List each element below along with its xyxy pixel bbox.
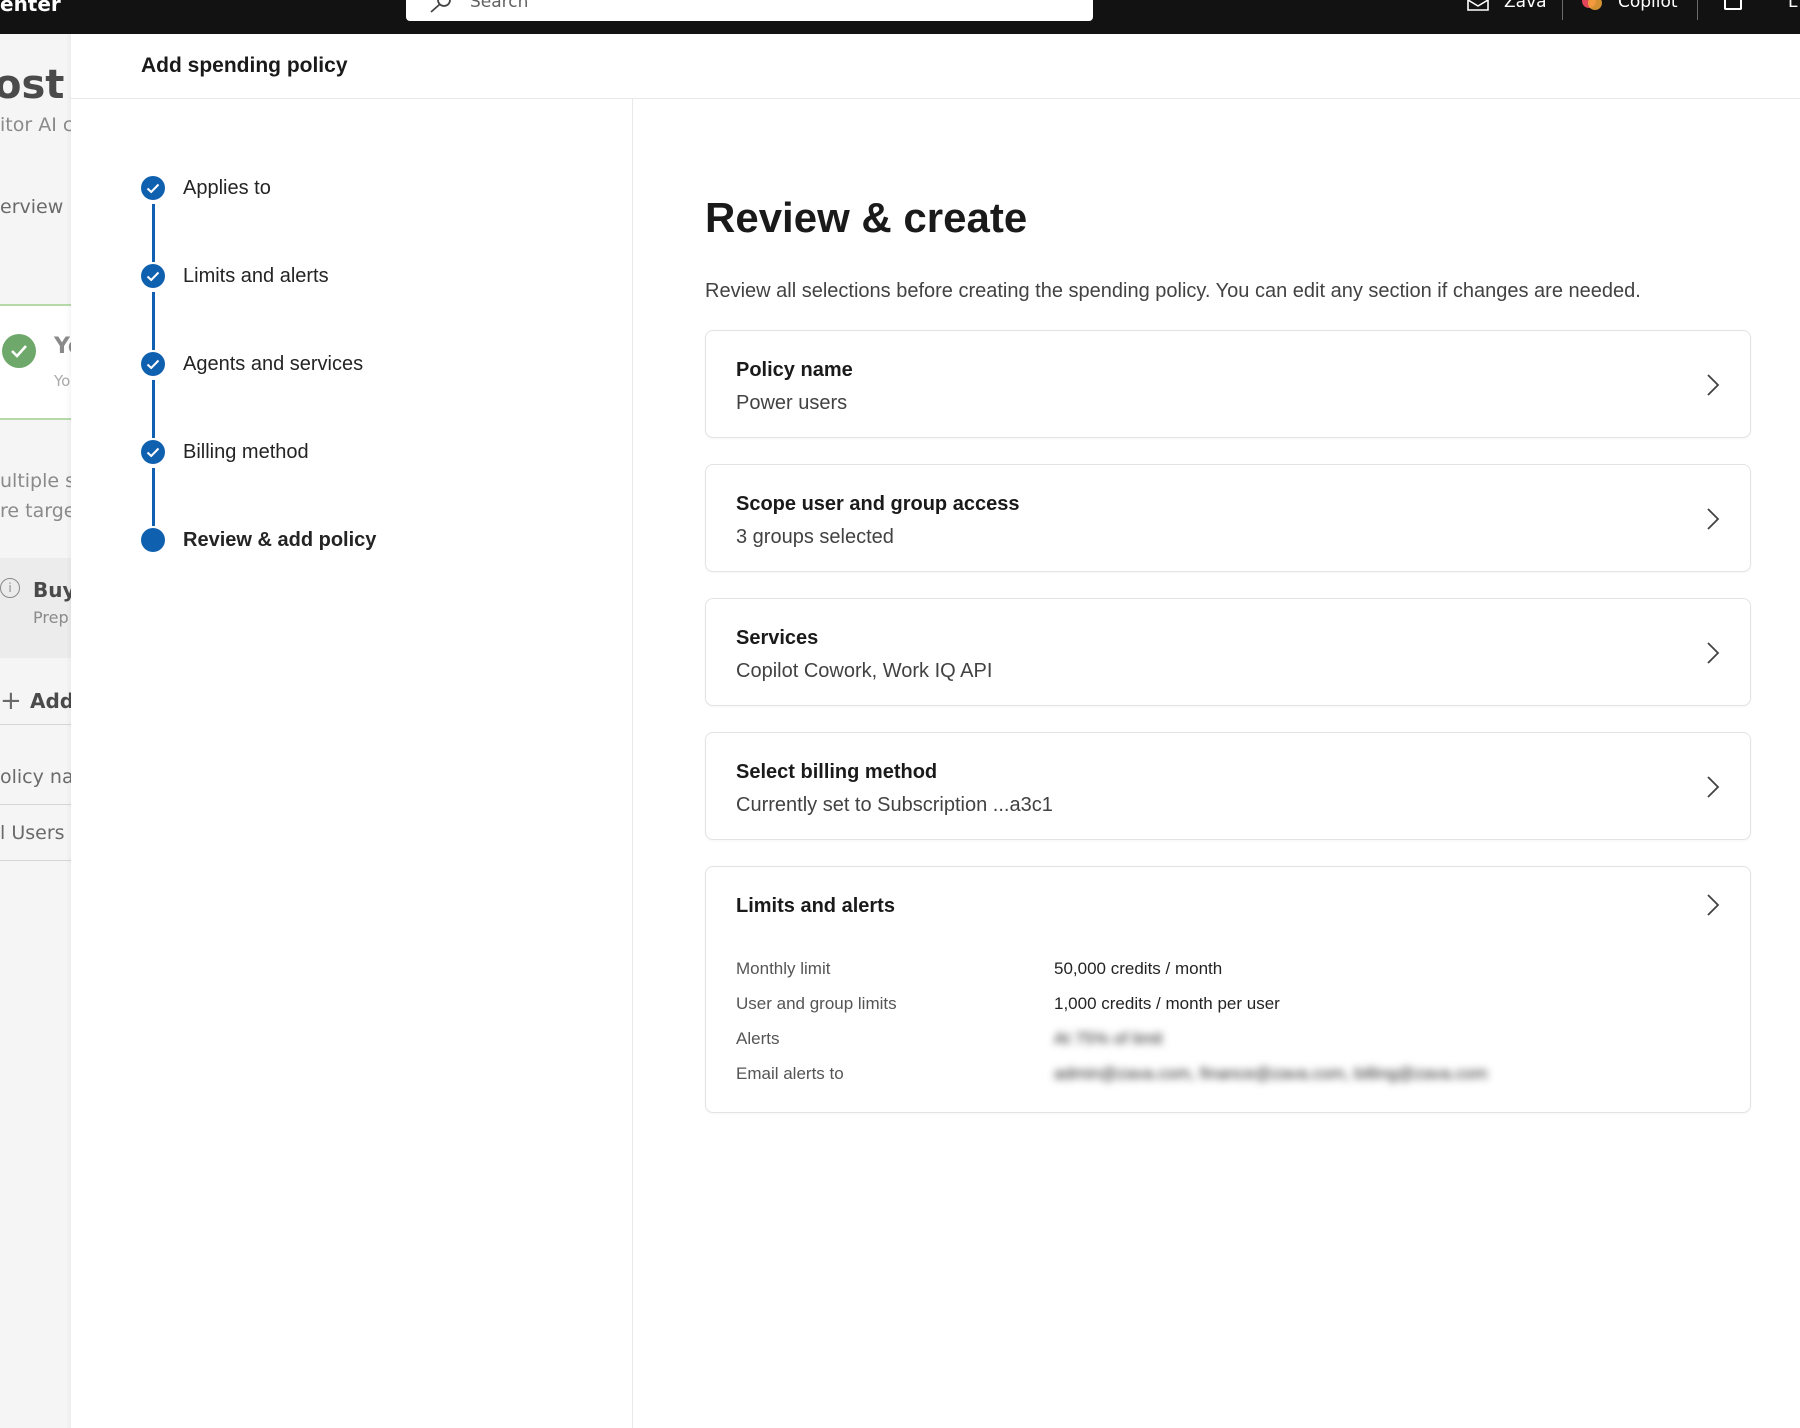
step-applies-to[interactable]: Applies to xyxy=(141,176,271,200)
card-title: Scope user and group access xyxy=(736,493,1020,515)
success-check-icon xyxy=(2,334,36,368)
card-value: Currently set to Subscription ...a3c1 xyxy=(736,794,1053,816)
search-icon xyxy=(430,0,451,13)
copilot-button[interactable]: Copilot xyxy=(1580,0,1678,12)
detail-label: User and group limits xyxy=(736,994,897,1013)
org-name: Zava xyxy=(1504,0,1547,12)
card-title: Select billing method xyxy=(736,761,938,783)
review-card-services[interactable]: Services Copilot Cowork, Work IQ API xyxy=(705,598,1751,706)
add-icon: + xyxy=(0,686,22,716)
info-icon: i xyxy=(0,578,20,598)
checkmark-icon xyxy=(141,440,165,464)
review-card-billing[interactable]: Select billing method Currently set to S… xyxy=(705,732,1751,840)
org-switcher[interactable]: Zava xyxy=(1466,0,1547,12)
card-title: Policy name xyxy=(736,359,853,381)
background-page: ost m itor AI c erview Yo Yo ultiple s r… xyxy=(0,34,80,1428)
step-billing-method[interactable]: Billing method xyxy=(141,440,309,464)
org-icon xyxy=(1467,0,1489,11)
card-title: Services xyxy=(736,627,819,649)
detail-row-monthly-limit: Monthly limit 50,000 credits / month xyxy=(736,959,1222,979)
detail-row-user-limits: User and group limits 1,000 credits / mo… xyxy=(736,994,1280,1014)
review-card-policy-name[interactable]: Policy name Power users xyxy=(705,330,1751,438)
card-value: Copilot Cowork, Work IQ API xyxy=(736,660,993,682)
chevron-right-icon[interactable] xyxy=(1706,893,1720,917)
top-bar: enter Search Zava Copilot L xyxy=(0,0,1800,34)
copilot-label: Copilot xyxy=(1618,0,1678,12)
bg-nav-overview: erview xyxy=(0,196,64,218)
bg-text-line: ultiple s xyxy=(0,470,76,492)
review-card-scope[interactable]: Scope user and group access 3 groups sel… xyxy=(705,464,1751,572)
bg-text-line: re targe xyxy=(0,500,76,522)
app-launcher-icon[interactable] xyxy=(1724,0,1742,10)
app-name: enter xyxy=(0,0,61,16)
chevron-right-icon[interactable] xyxy=(1706,775,1720,799)
current-step-icon xyxy=(141,528,165,552)
step-agents-and-services[interactable]: Agents and services xyxy=(141,352,363,376)
step-label: Billing method xyxy=(183,440,309,463)
page-description: Review all selections before creating th… xyxy=(705,280,1641,302)
bg-page-subtitle: itor AI c xyxy=(0,114,74,136)
step-label: Limits and alerts xyxy=(183,264,329,287)
step-connector xyxy=(152,204,155,262)
page-title: Review & create xyxy=(705,194,1028,241)
chevron-right-icon[interactable] xyxy=(1706,641,1720,665)
search-placeholder: Search xyxy=(470,0,529,12)
detail-value: 50,000 credits / month xyxy=(1054,959,1223,978)
bg-prep-label: Prep xyxy=(33,608,69,627)
chevron-right-icon[interactable] xyxy=(1706,507,1720,531)
divider xyxy=(1562,0,1563,20)
checkmark-icon xyxy=(141,176,165,200)
detail-value-redacted: At 75% of limit xyxy=(1054,1029,1163,1048)
spending-policy-panel: Add spending policy Applies to Limits an… xyxy=(71,34,1800,1428)
step-connector xyxy=(152,468,155,526)
chevron-right-icon[interactable] xyxy=(1706,373,1720,397)
step-label: Review & add policy xyxy=(183,528,377,551)
panel-header: Add spending policy xyxy=(71,34,1800,99)
checkmark-icon xyxy=(141,352,165,376)
detail-label: Monthly limit xyxy=(736,959,831,978)
detail-label: Alerts xyxy=(736,1029,780,1048)
card-title: Limits and alerts xyxy=(736,895,895,917)
detail-row-alerts: Alerts At 75% of limit xyxy=(736,1029,1163,1049)
step-connector xyxy=(152,292,155,350)
card-value: Power users xyxy=(736,392,848,414)
step-review-and-add[interactable]: Review & add policy xyxy=(141,528,376,552)
step-limits-and-alerts[interactable]: Limits and alerts xyxy=(141,264,329,288)
detail-label: Email alerts to xyxy=(736,1064,844,1083)
review-card-limits[interactable]: Limits and alerts Monthly limit 50,000 c… xyxy=(705,866,1751,1113)
account-initial[interactable]: L xyxy=(1788,0,1797,12)
detail-value: 1,000 credits / month per user xyxy=(1054,994,1280,1013)
panel-title: Add spending policy xyxy=(141,54,348,77)
step-label: Agents and services xyxy=(183,352,364,375)
step-connector xyxy=(152,380,155,438)
card-value: 3 groups selected xyxy=(736,526,894,548)
copilot-icon xyxy=(1582,0,1602,10)
wizard-steps: Applies to Limits and alerts Agents and … xyxy=(71,99,633,1428)
step-label: Applies to xyxy=(183,176,271,199)
search-box[interactable]: Search xyxy=(406,0,1093,21)
detail-value-redacted: admin@zava.com, finance@zava.com, billin… xyxy=(1054,1064,1488,1083)
checkmark-icon xyxy=(141,264,165,288)
detail-row-email-alerts: Email alerts to admin@zava.com, finance@… xyxy=(736,1064,1488,1084)
divider xyxy=(1697,0,1698,20)
